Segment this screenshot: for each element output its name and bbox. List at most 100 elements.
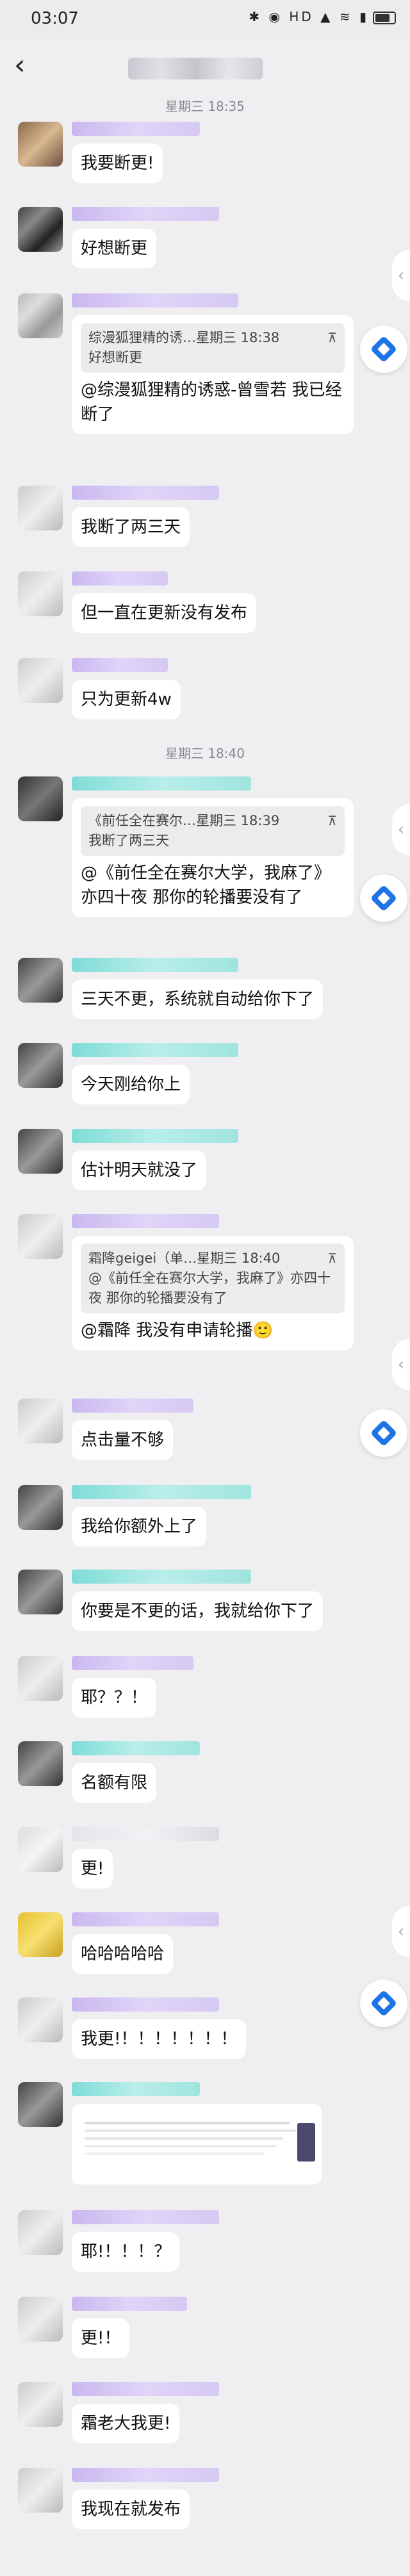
quote-text: @《前任全在赛尔大学，我麻了》亦四十夜 那你的轮播要没有了: [88, 1270, 331, 1306]
message-bubble[interactable]: 三天不更，系统就自动给你下了: [72, 980, 324, 1019]
collapse-icon[interactable]: ⊼: [327, 1249, 337, 1268]
message-bubble[interactable]: 今天刚给你上: [72, 1065, 190, 1104]
message-bubble[interactable]: 更!: [72, 1849, 113, 1889]
sender-name: [72, 1741, 200, 1755]
side-panel-handle[interactable]: ‹: [392, 1906, 410, 1957]
avatar[interactable]: [18, 122, 63, 167]
message: 霜老大我更!: [18, 2382, 402, 2459]
message: [18, 2082, 402, 2197]
message-bubble[interactable]: 我给你额外上了: [72, 1507, 207, 1546]
avatar[interactable]: [18, 1129, 63, 1174]
message-bubble[interactable]: 我要断更!: [72, 144, 163, 183]
image-attachment[interactable]: [72, 2104, 322, 2185]
timestamp: 星期三 18:35: [165, 99, 245, 114]
avatar[interactable]: [18, 1741, 63, 1786]
sender-name: [72, 293, 238, 308]
avatar[interactable]: [18, 1912, 63, 1957]
message-bubble[interactable]: 我断了两三天: [72, 507, 190, 547]
message-bubble[interactable]: 估计明天就没了: [72, 1151, 207, 1190]
sender-name: [72, 1485, 251, 1499]
message-bubble[interactable]: 名额有限: [72, 1763, 157, 1803]
side-panel-handle[interactable]: ‹: [392, 1339, 410, 1390]
avatar[interactable]: [18, 2082, 63, 2127]
status-icon-glyphs: ✱ ◉ HD ▲ ≋ ▮: [249, 9, 369, 24]
message-bubble[interactable]: 但一直在更新没有发布: [72, 593, 257, 633]
message-text: @《前任全在赛尔大学，我麻了》亦四十夜 那你的轮播要没有了: [81, 864, 331, 907]
message: 但一直在更新没有发布: [18, 571, 402, 648]
message-bubble[interactable]: 综漫狐狸精的诱…星期三 18:38 好想断更 ⊼ @综漫狐狸精的诱惑-曾雪若 我…: [72, 315, 354, 434]
sender-name: [72, 1043, 238, 1057]
avatar[interactable]: [18, 486, 63, 530]
avatar[interactable]: [18, 1043, 63, 1088]
message-bubble[interactable]: 更!！: [72, 2318, 130, 2358]
sender-name: [72, 1827, 219, 1841]
message-bubble[interactable]: 你要是不更的话，我就给你下了: [72, 1591, 324, 1631]
message-text: @综漫狐狸精的诱惑-曾雪若 我已经断了: [81, 381, 342, 424]
avatar[interactable]: [18, 2297, 63, 2342]
avatar[interactable]: [18, 571, 63, 616]
sender-name: [72, 1998, 219, 2012]
message-bubble[interactable]: 哈哈哈哈哈: [72, 1934, 174, 1974]
message-bubble[interactable]: 霜降geigei（单…星期三 18:40 @《前任全在赛尔大学，我麻了》亦四十夜…: [72, 1236, 354, 1350]
message-bubble[interactable]: 霜老大我更!: [72, 2404, 180, 2443]
message-bubble[interactable]: 我更!！！！！！！！: [72, 2019, 247, 2059]
sender-name: [72, 1129, 238, 1143]
avatar[interactable]: [18, 1399, 63, 1443]
floating-app-icon[interactable]: [360, 874, 407, 922]
quote-text: 好想断更: [88, 350, 142, 365]
timestamp: 星期三 18:40: [165, 746, 245, 761]
avatar[interactable]: [18, 1485, 63, 1530]
message-bubble[interactable]: 好想断更: [72, 229, 157, 268]
message: 霜降geigei（单…星期三 18:40 @《前任全在赛尔大学，我麻了》亦四十夜…: [18, 1214, 402, 1400]
avatar[interactable]: [18, 1214, 63, 1259]
chat-title-blurred: [128, 58, 263, 79]
message: 我现在就发布: [18, 2468, 402, 2545]
avatar[interactable]: [18, 1827, 63, 1872]
sender-name: [72, 1399, 193, 1413]
avatar[interactable]: [18, 207, 63, 252]
avatar[interactable]: [18, 1998, 63, 2042]
avatar[interactable]: [18, 293, 63, 338]
quote-text: 我断了两三天: [88, 833, 169, 848]
floating-app-icon[interactable]: [360, 325, 407, 373]
sender-name: [72, 776, 251, 791]
side-panel-handle[interactable]: ‹: [392, 250, 410, 301]
avatar[interactable]: [18, 658, 63, 703]
avatar[interactable]: [18, 1570, 63, 1614]
message-bubble[interactable]: 我现在就发布: [72, 2490, 190, 2529]
status-bar: 03:07 ✱ ◉ HD ▲ ≋ ▮: [0, 0, 410, 38]
message-bubble[interactable]: 耶!！！！？: [72, 2232, 180, 2272]
message: 更!！: [18, 2297, 402, 2374]
message-bubble[interactable]: 只为更新4w: [72, 680, 181, 719]
quoted-message[interactable]: 综漫狐狸精的诱…星期三 18:38 好想断更 ⊼: [81, 323, 345, 373]
sender-name: [72, 571, 168, 586]
quoted-message[interactable]: 《前任全在赛尔…星期三 18:39 我断了两三天 ⊼: [81, 806, 345, 856]
quoted-message[interactable]: 霜降geigei（单…星期三 18:40 @《前任全在赛尔大学，我麻了》亦四十夜…: [81, 1243, 345, 1313]
avatar[interactable]: [18, 776, 63, 821]
sender-name: [72, 1214, 219, 1228]
sender-name: [72, 1912, 219, 1926]
collapse-icon[interactable]: ⊼: [327, 328, 337, 348]
sender-name: [72, 958, 238, 972]
message: 耶!！！！？: [18, 2210, 402, 2287]
avatar[interactable]: [18, 2210, 63, 2255]
message: 估计明天就没了: [18, 1129, 402, 1206]
avatar[interactable]: [18, 1656, 63, 1701]
side-panel-handle[interactable]: ‹: [392, 804, 410, 855]
message: 点击量不够: [18, 1399, 402, 1475]
message: 耶？？！: [18, 1656, 402, 1733]
message-text: @霜降 我没有申请轮播🙂: [81, 1321, 274, 1340]
sender-name: [72, 2210, 219, 2224]
chevron-left-icon[interactable]: ‹: [14, 51, 26, 79]
message: 《前任全在赛尔…星期三 18:39 我断了两三天 ⊼ @《前任全在赛尔大学，我麻…: [18, 776, 402, 949]
avatar[interactable]: [18, 2382, 63, 2427]
message-bubble[interactable]: 《前任全在赛尔…星期三 18:39 我断了两三天 ⊼ @《前任全在赛尔大学，我麻…: [72, 798, 354, 917]
message-bubble[interactable]: 点击量不够: [72, 1420, 174, 1460]
floating-app-icon[interactable]: [360, 1980, 407, 2027]
floating-app-icon[interactable]: [360, 1409, 407, 1457]
collapse-icon[interactable]: ⊼: [327, 811, 337, 831]
message-bubble[interactable]: 耶？？！: [72, 1678, 157, 1718]
avatar[interactable]: [18, 958, 63, 1003]
avatar[interactable]: [18, 2468, 63, 2513]
image-thumbnail: [297, 2123, 315, 2162]
